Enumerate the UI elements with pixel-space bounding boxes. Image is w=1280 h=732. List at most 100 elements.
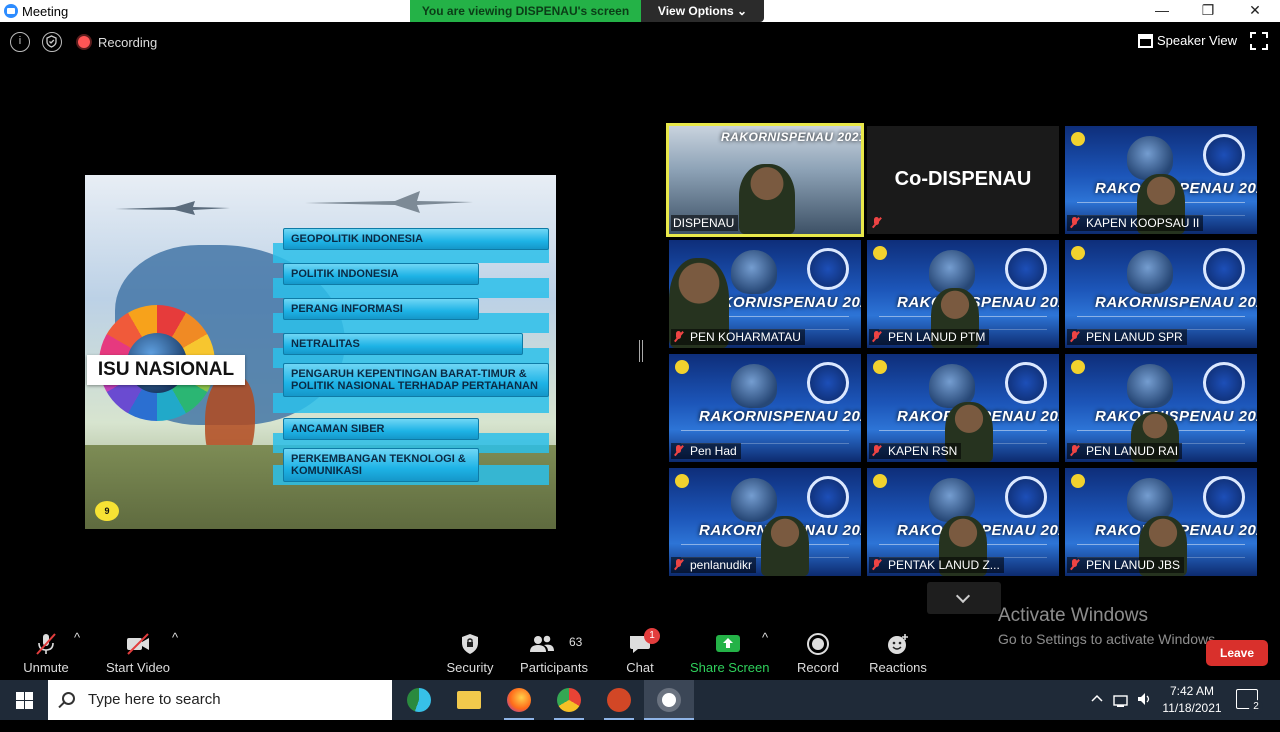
title-bar: Meeting You are viewing DISPENAU's scree… (0, 0, 1280, 22)
emblem-icon (1203, 134, 1245, 176)
minimize-button[interactable]: — (1142, 2, 1182, 18)
security-button[interactable]: Security (440, 630, 500, 680)
tile-name-label: PEN KOHARMATAU (671, 329, 805, 345)
pilot-helmet-image (731, 478, 777, 522)
fighter-jet-image (305, 191, 473, 213)
speaker-view-button[interactable]: Speaker View (1132, 28, 1238, 54)
maximize-button[interactable]: ❐ (1188, 2, 1228, 19)
taskbar-chrome-app[interactable] (544, 680, 594, 720)
video-tile[interactable]: RAKORNISPENAU 2021 KAPEN RSN (867, 354, 1059, 462)
record-button[interactable]: Record (790, 630, 846, 680)
muted-mic-icon (673, 445, 684, 456)
muted-mic-icon (871, 331, 882, 342)
tni-au-logo-icon (873, 246, 887, 260)
powerpoint-icon (607, 688, 631, 712)
tni-au-logo-icon (873, 360, 887, 374)
video-tile[interactable]: RAKORNISPENAU 2021 PEN LANUD SPR (1065, 240, 1257, 348)
video-options-chevron-icon[interactable]: ^ (172, 630, 178, 680)
video-tile[interactable]: RAKORNISPENAU 2021 PEN LANUD JBS (1065, 468, 1257, 576)
video-tile[interactable]: RAKORNISPENAU 2021 penlanudikr (669, 468, 861, 576)
tray-chevron-up-icon[interactable] (1090, 692, 1104, 732)
presentation-slide: ISU NASIONAL GEOPOLITIK INDONESIA POLITI… (85, 175, 556, 529)
smiley-reaction-icon (888, 634, 908, 654)
slide-topic: PERANG INFORMASI (283, 298, 479, 320)
share-screen-label: Share Screen (690, 660, 770, 675)
unmute-button[interactable]: Unmute (14, 630, 78, 680)
tile-name-label: DISPENAU (671, 215, 739, 231)
participant-video (761, 516, 809, 576)
notification-center-icon[interactable]: 2 (1236, 689, 1263, 714)
pilot-helmet-image (1127, 364, 1173, 408)
slide-topic: NETRALITAS (283, 333, 523, 355)
muted-mic-icon (871, 445, 882, 456)
scroll-tiles-down-button[interactable] (927, 582, 1001, 614)
taskbar-edge-app[interactable] (394, 680, 444, 720)
participants-label: Participants (520, 660, 588, 675)
reactions-button[interactable]: Reactions (866, 630, 930, 680)
video-tile[interactable]: RAKORNISPENAU 2021 PEN KOHARMATAU (669, 240, 861, 348)
emblem-icon (807, 476, 849, 518)
taskbar-file-explorer-app[interactable] (444, 680, 494, 720)
edge-browser-icon (407, 688, 431, 712)
video-tile[interactable]: RAKORNISPENAU 2021 Pen Had (669, 354, 861, 462)
meeting-info-icon[interactable]: i (10, 32, 30, 52)
panel-splitter-handle[interactable] (639, 340, 643, 362)
emblem-icon (807, 362, 849, 404)
search-placeholder: Type here to search (88, 691, 221, 708)
view-options-button[interactable]: View Options ⌄ (641, 0, 764, 22)
muted-mic-icon (871, 559, 882, 570)
reactions-label: Reactions (869, 660, 927, 675)
tile-name-label: PEN LANUD SPR (1067, 329, 1187, 345)
audio-options-chevron-icon[interactable]: ^ (74, 630, 80, 680)
participants-button[interactable]: 63 Participants (518, 630, 590, 680)
speaker-view-icon (1138, 34, 1153, 48)
tile-name-label: KAPEN KOOPSAU II (1067, 215, 1204, 231)
emblem-icon (1005, 248, 1047, 290)
tile-name-label: PEN LANUD JBS (1067, 557, 1185, 573)
security-shield-icon (462, 634, 478, 654)
leave-meeting-button[interactable]: Leave (1206, 640, 1268, 666)
search-icon (62, 692, 75, 705)
video-tile[interactable]: RAKORNISPENAU 2021 KAPEN KOOPSAU II (1065, 126, 1257, 234)
taskbar-search-box[interactable]: Type here to search (48, 680, 392, 720)
muted-mic-icon (673, 559, 684, 570)
clock-date: 11/18/2021 (1162, 701, 1222, 715)
chat-button[interactable]: 1 Chat (612, 628, 668, 680)
emblem-icon (807, 248, 849, 290)
video-tile[interactable]: RAKORNISPENAU 2021 PEN LANUD RAI (1065, 354, 1257, 462)
video-tile[interactable]: RAKORNISPENAU 2021 PENTAK LANUD Z... (867, 468, 1059, 576)
fighter-jet-image (115, 201, 230, 215)
tile-name-label: PEN LANUD RAI (1067, 443, 1183, 459)
slide-page-number: 9 (95, 501, 119, 521)
tni-au-logo-icon (675, 360, 689, 374)
windows-start-button[interactable] (0, 680, 48, 720)
emblem-icon (1203, 362, 1245, 404)
tile-name-label (869, 215, 892, 231)
muted-mic-icon (1069, 559, 1080, 570)
taskbar-clock[interactable]: 7:42 AM 11/18/2021 (1152, 683, 1232, 717)
video-tile[interactable]: RAKORNISPENAU 2021 PEN LANUD PTM (867, 240, 1059, 348)
clock-time: 7:42 AM (1169, 684, 1215, 698)
security-label: Security (446, 660, 494, 675)
fullscreen-icon[interactable] (1250, 32, 1268, 50)
muted-mic-icon (673, 331, 684, 342)
tni-au-logo-icon (1071, 132, 1085, 146)
taskbar-zoom-app[interactable] (644, 680, 694, 720)
taskbar-firefox-app[interactable] (494, 680, 544, 720)
close-button[interactable]: ✕ (1235, 2, 1275, 19)
encryption-shield-icon[interactable] (42, 32, 62, 52)
taskbar-powerpoint-app[interactable] (594, 680, 644, 720)
video-tile-no-camera[interactable]: Co-DISPENAU (867, 126, 1059, 234)
zoom-icon (657, 688, 681, 712)
network-icon[interactable] (1112, 692, 1130, 732)
slide-topic: ANCAMAN SIBER (283, 418, 479, 440)
video-tile-active-speaker[interactable]: RAKORNISPENAU 2021 DISPENAU (666, 123, 864, 237)
emblem-icon (1203, 476, 1245, 518)
chat-unread-badge: 1 (644, 628, 660, 644)
start-video-button[interactable]: Start Video (104, 630, 172, 680)
participants-icon (530, 635, 555, 652)
muted-mic-icon (1069, 217, 1080, 228)
share-screen-button[interactable]: Share Screen (690, 630, 770, 680)
folder-icon (457, 691, 481, 709)
share-options-chevron-icon[interactable]: ^ (762, 630, 768, 680)
